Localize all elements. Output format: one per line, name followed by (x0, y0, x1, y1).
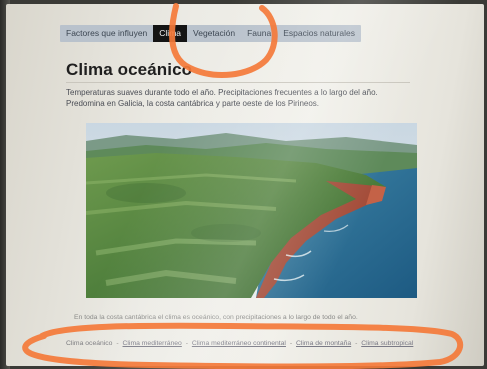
link-separator: - (289, 340, 293, 347)
link-clima-mediterraneo-continental[interactable]: Clima mediterráneo continental (192, 340, 286, 347)
link-separator: - (116, 340, 119, 347)
nav-tabs: Factores que influyen Clima Vegetación F… (60, 25, 362, 42)
photo-caption: En toda la costa cantábrica el clima es … (74, 314, 358, 321)
page-title: Clima oceánico (66, 60, 193, 79)
link-clima-subtropical[interactable]: Clima subtropical (361, 340, 413, 347)
tab-clima[interactable]: Clima (153, 25, 188, 42)
link-clima-mediterraneo[interactable]: Clima mediterráneo (123, 340, 182, 347)
tab-vegetacion[interactable]: Vegetación (187, 25, 241, 42)
link-separator: - (185, 340, 188, 347)
link-clima-oceanico[interactable]: Clima oceánico (66, 340, 112, 347)
coastal-landscape-photo (86, 123, 417, 298)
climate-description: Temperaturas suaves durante todo el año.… (66, 88, 378, 108)
tab-factores[interactable]: Factores que influyen (60, 25, 153, 42)
tab-fauna[interactable]: Fauna (241, 25, 277, 42)
link-clima-de-montana[interactable]: Clima de montaña (296, 340, 351, 347)
link-separator: - (355, 340, 358, 347)
title-divider (66, 82, 410, 83)
climate-links-bar: Clima oceánico - Clima mediterráneo - Cl… (66, 340, 413, 347)
tab-espacios-naturales[interactable]: Espacios naturales (277, 25, 361, 42)
